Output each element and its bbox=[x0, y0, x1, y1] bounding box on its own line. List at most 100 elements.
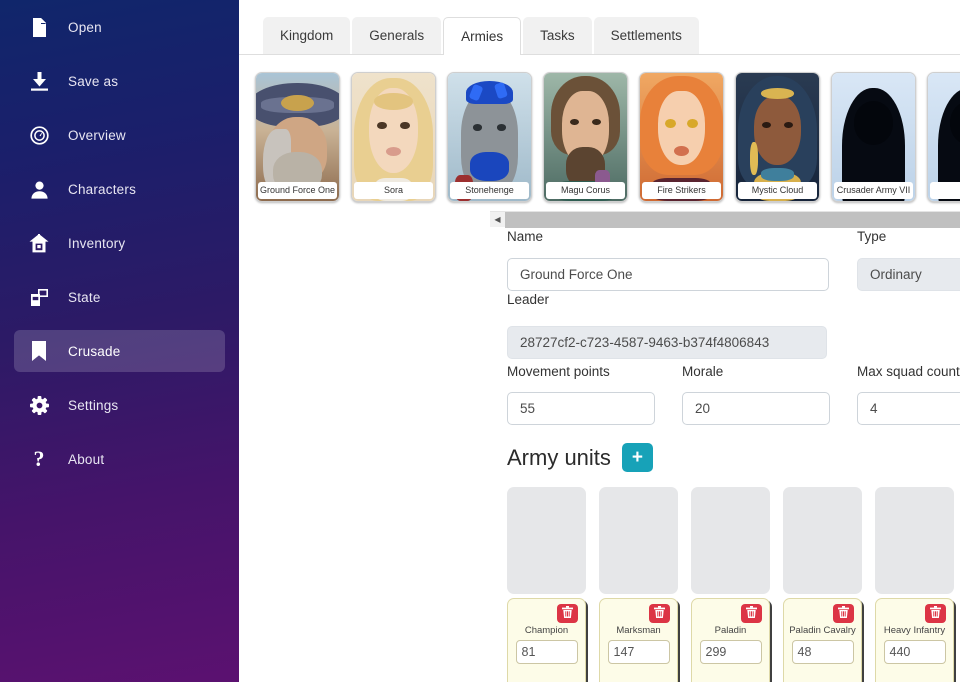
unit-count-input[interactable]: 81 bbox=[515, 640, 578, 664]
scroll-left-arrow-icon[interactable]: ◀ bbox=[490, 212, 505, 228]
scrollbar-thumb[interactable] bbox=[505, 211, 960, 228]
army-avatar-name: Sora bbox=[354, 182, 433, 199]
download-icon bbox=[26, 70, 52, 92]
army-unit-card[interactable]: Champion 81 bbox=[507, 598, 586, 682]
sidebar-item-label: Inventory bbox=[68, 235, 126, 251]
horizontal-scrollbar[interactable]: ◀ ▶ bbox=[490, 211, 960, 228]
army-unit-card[interactable]: Paladin Cavalry 48 bbox=[783, 598, 862, 682]
unit-count-input[interactable]: 48 bbox=[791, 640, 854, 664]
sidebar-item-label: About bbox=[68, 451, 105, 467]
army-avatar-card[interactable]: Crusader Army VII bbox=[831, 72, 916, 202]
unit-name-label: Paladin bbox=[714, 625, 747, 636]
leader-label: Leader bbox=[507, 292, 550, 307]
army-avatar-card[interactable]: Cr bbox=[927, 72, 960, 202]
army-avatar-card[interactable]: Ground Force One bbox=[255, 72, 340, 202]
army-avatar-card[interactable]: Mystic Cloud bbox=[735, 72, 820, 202]
sidebar-item-label: Characters bbox=[68, 181, 137, 197]
trash-icon bbox=[562, 605, 573, 623]
sidebar-item-state[interactable]: State bbox=[14, 276, 225, 318]
question-icon: ? bbox=[33, 446, 45, 471]
delete-unit-button[interactable] bbox=[925, 604, 946, 623]
unit-count-input[interactable]: 299 bbox=[699, 640, 762, 664]
army-avatar-card[interactable]: Magu Corus bbox=[543, 72, 628, 202]
empty-unit-slot[interactable] bbox=[691, 487, 770, 594]
unit-count-input[interactable]: 440 bbox=[883, 640, 946, 664]
sidebar-item-label: Overview bbox=[68, 127, 126, 143]
tab-tasks[interactable]: Tasks bbox=[523, 17, 592, 54]
army-avatar-card[interactable]: Fire Strikers bbox=[639, 72, 724, 202]
sidebar-item-label: Save as bbox=[68, 73, 119, 89]
trash-icon bbox=[746, 605, 757, 623]
add-unit-button[interactable]: + bbox=[621, 443, 653, 472]
tab-strip: Kingdom Generals Armies Tasks Settlements bbox=[239, 0, 960, 55]
gear-icon bbox=[26, 394, 52, 416]
tab-generals[interactable]: Generals bbox=[352, 17, 442, 54]
empty-unit-slot[interactable] bbox=[507, 487, 586, 594]
army-avatar-card[interactable]: Stonehenge bbox=[447, 72, 532, 202]
army-avatar-name: Cr bbox=[930, 182, 960, 199]
army-avatar-name: Ground Force One bbox=[258, 182, 337, 199]
army-avatar-card[interactable]: Sora bbox=[351, 72, 436, 202]
delete-unit-button[interactable] bbox=[649, 604, 670, 623]
unit-slot-row-bottom: Champion 81 Marksman 147 Paladin 299 Paladin C… bbox=[507, 598, 960, 682]
type-label: Type bbox=[857, 229, 887, 244]
empty-unit-slot[interactable] bbox=[783, 487, 862, 594]
app-window: Open Save as Overview Characters Inventory St… bbox=[0, 0, 960, 682]
morale-input[interactable]: 20 bbox=[682, 392, 830, 425]
layers-icon bbox=[26, 286, 52, 308]
leader-input[interactable]: 28727cf2-c723-4587-9463-b374f4806843 bbox=[507, 326, 827, 359]
max-squad-count-label: Max squad count bbox=[857, 364, 960, 379]
sidebar-item-save-as[interactable]: Save as bbox=[14, 60, 225, 102]
tab-settlements[interactable]: Settlements bbox=[593, 17, 699, 54]
sidebar-item-inventory[interactable]: Inventory bbox=[14, 222, 225, 264]
trash-icon bbox=[654, 605, 665, 623]
sidebar-item-settings[interactable]: Settings bbox=[14, 384, 225, 426]
army-avatar-name: Crusader Army VII bbox=[834, 182, 913, 199]
sidebar: Open Save as Overview Characters Inventory St… bbox=[0, 0, 239, 682]
compass-icon bbox=[26, 124, 52, 146]
home-icon bbox=[26, 232, 52, 254]
sidebar-item-label: Open bbox=[68, 19, 102, 35]
tab-armies[interactable]: Armies bbox=[443, 17, 522, 55]
unit-name-label: Paladin Cavalry bbox=[789, 625, 856, 636]
sidebar-item-characters[interactable]: Characters bbox=[14, 168, 225, 210]
army-units-title: Army units bbox=[507, 444, 611, 470]
unit-name-label: Heavy Infantry bbox=[883, 625, 946, 636]
delete-unit-button[interactable] bbox=[557, 604, 578, 623]
scrollbar-track[interactable] bbox=[505, 211, 960, 228]
sidebar-item-crusade[interactable]: Crusade bbox=[14, 330, 225, 372]
unit-count-input[interactable]: 147 bbox=[607, 640, 670, 664]
sidebar-item-open[interactable]: Open bbox=[14, 6, 225, 48]
army-avatar-name: Mystic Cloud bbox=[738, 182, 817, 199]
tab-kingdom[interactable]: Kingdom bbox=[263, 17, 351, 54]
sidebar-item-overview[interactable]: Overview bbox=[14, 114, 225, 156]
person-icon bbox=[26, 178, 52, 200]
delete-unit-button[interactable] bbox=[833, 604, 854, 623]
empty-unit-slot[interactable] bbox=[599, 487, 678, 594]
movement-points-input[interactable]: 55 bbox=[507, 392, 655, 425]
trash-icon bbox=[838, 605, 849, 623]
army-unit-card[interactable]: Heavy Infantry 440 bbox=[875, 598, 954, 682]
army-avatar-name: Fire Strikers bbox=[642, 182, 721, 199]
sidebar-item-label: State bbox=[68, 289, 101, 305]
sidebar-item-label: Crusade bbox=[68, 343, 121, 359]
max-squad-count-input[interactable]: 4 bbox=[857, 392, 960, 425]
trash-icon bbox=[930, 605, 941, 623]
main-content: Kingdom Generals Armies Tasks Settlements Gr… bbox=[239, 0, 960, 682]
army-avatar-strip[interactable]: Ground Force One Sora Stonehenge Magu Co… bbox=[255, 72, 960, 209]
army-avatar-name: Stonehenge bbox=[450, 182, 529, 199]
name-input[interactable]: Ground Force One bbox=[507, 258, 829, 291]
type-input[interactable]: Ordinary bbox=[857, 258, 960, 291]
delete-unit-button[interactable] bbox=[741, 604, 762, 623]
sidebar-item-about[interactable]: ? About bbox=[14, 438, 225, 480]
empty-unit-slot[interactable] bbox=[875, 487, 954, 594]
army-avatar-name: Magu Corus bbox=[546, 182, 625, 199]
morale-label: Morale bbox=[682, 364, 724, 379]
sidebar-item-label: Settings bbox=[68, 397, 119, 413]
army-unit-card[interactable]: Paladin 299 bbox=[691, 598, 770, 682]
bookmark-icon bbox=[26, 340, 52, 362]
unit-name-label: Marksman bbox=[616, 625, 661, 636]
army-units-header: Army units + bbox=[507, 443, 653, 472]
unit-slot-row-top bbox=[507, 487, 960, 594]
army-unit-card[interactable]: Marksman 147 bbox=[599, 598, 678, 682]
